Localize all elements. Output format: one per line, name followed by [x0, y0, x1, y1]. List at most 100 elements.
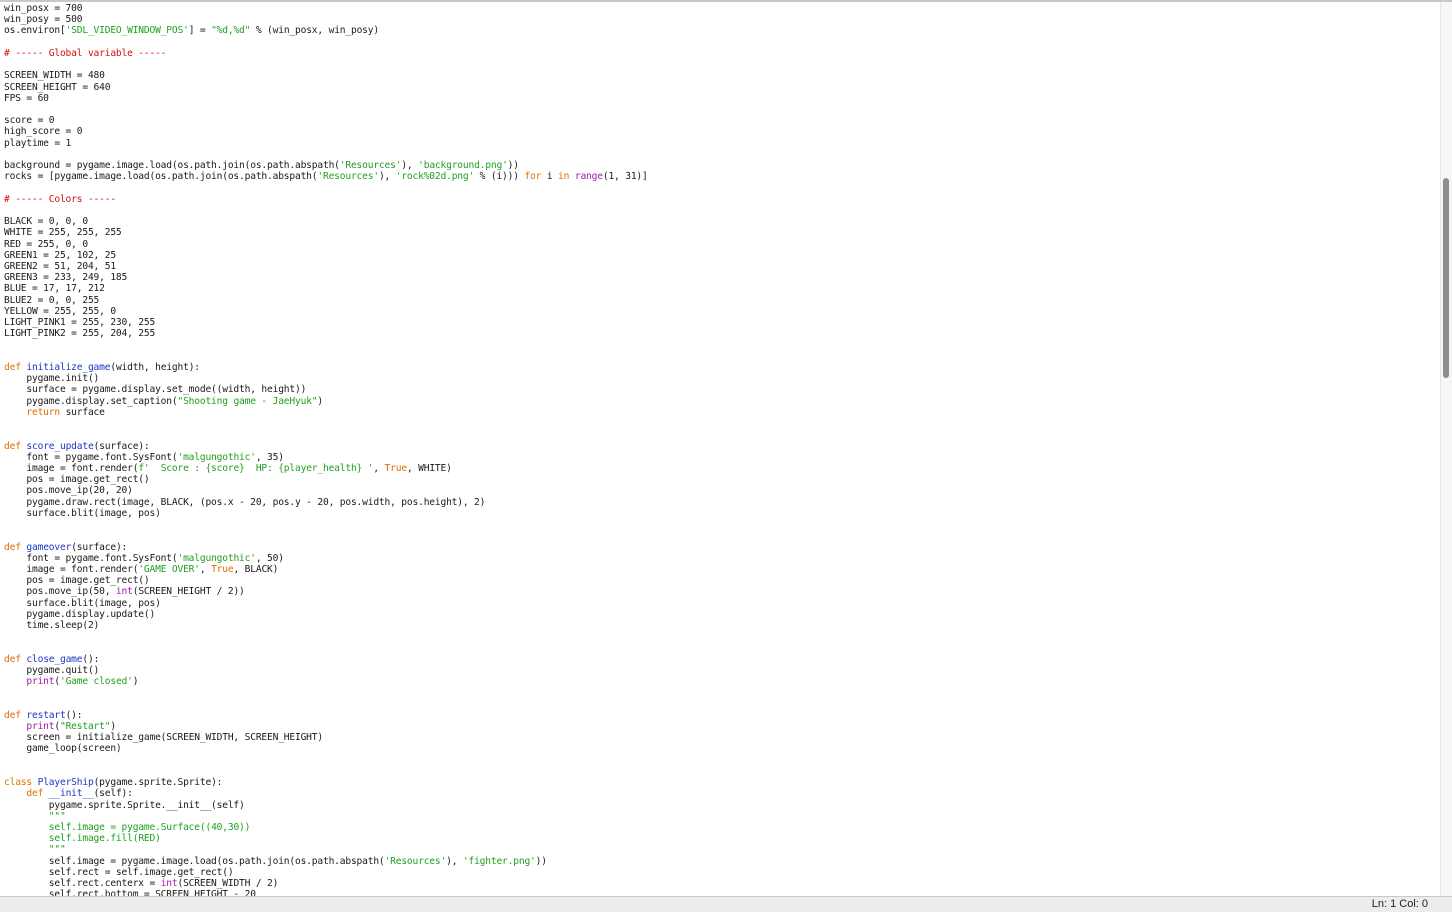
code-token: surface: [59, 406, 105, 418]
code-token: pygame.sprite.Sprite.__init__(self): [4, 799, 245, 811]
code-line: FPS = 60: [4, 93, 648, 104]
code-token: (surface):: [71, 541, 128, 553]
vertical-scrollbar[interactable]: [1440, 2, 1452, 896]
code-token: f' Score : {score} HP: {player_health} ': [138, 462, 374, 474]
code-token: def: [4, 362, 21, 373]
code-token: self.rect.centerx =: [4, 878, 161, 890]
code-token: (surface):: [93, 440, 150, 452]
code-token: ): [132, 676, 139, 688]
code-line: BLACK = 0, 0, 0: [4, 216, 648, 227]
code-token: 'Resources': [317, 171, 379, 183]
code-token: score_update: [26, 440, 94, 452]
code-editor[interactable]: win_posx = 700 win_posy = 500 os.environ['…: [0, 2, 1440, 896]
code-token: ),: [401, 160, 419, 172]
code-token: 'GAME OVER': [138, 563, 200, 575]
code-token: , 50): [255, 552, 284, 564]
code-token: # ----- Colors -----: [4, 193, 116, 205]
code-token: print: [26, 676, 55, 688]
code-line: playtime = 1: [4, 138, 648, 149]
code-line: pygame.quit(): [4, 665, 648, 676]
code-token: self.rect = self.image.get_rect(): [4, 866, 234, 878]
code-line: pygame.draw.rect(image, BLACK, (pos.x - …: [4, 497, 648, 508]
code-token: pygame.draw.rect(image, BLACK, (pos.x - …: [4, 496, 486, 508]
code-token: high_score = 0: [4, 126, 83, 138]
code-token: pygame.display.update(): [4, 608, 156, 620]
code-line: os.environ['SDL_VIDEO_WINDOW_POS'] = "%d…: [4, 25, 648, 36]
code-token: 'background.png': [418, 160, 508, 172]
code-token: PlayerShip: [37, 777, 94, 789]
code-token: initialize_game: [26, 362, 111, 373]
code-line: pos.move_ip(50, int(SCREEN_HEIGHT / 2)): [4, 586, 648, 597]
code-line: pygame.display.update(): [4, 609, 648, 620]
code-token: i: [541, 171, 559, 183]
code-token: GREEN1 = 25, 102, 25: [4, 249, 116, 261]
code-token: pos.move_ip(50,: [4, 586, 116, 598]
code-line: win_posx = 700: [4, 3, 648, 14]
code-line: GREEN3 = 233, 249, 185: [4, 272, 648, 283]
code-line: pos = image.get_rect(): [4, 474, 648, 485]
code-token: % (i))): [474, 171, 525, 183]
code-line: image = font.render(f' Score : {score} H…: [4, 463, 648, 474]
code-token: """: [48, 844, 66, 856]
code-token: game_loop(screen): [4, 743, 122, 755]
code-token: True: [211, 563, 234, 575]
code-line: BLUE = 17, 17, 212: [4, 283, 648, 294]
code-line: def restart():: [4, 710, 648, 721]
code-token: image = font.render(: [4, 462, 139, 474]
code-line: pygame.sprite.Sprite.__init__(self): [4, 800, 648, 811]
code-token: pos = image.get_rect(): [4, 575, 150, 587]
code-token: GREEN3 = 233, 249, 185: [4, 272, 128, 284]
code-line: time.sleep(2): [4, 620, 648, 631]
code-token: background = pygame.image.load(os.path.j…: [4, 160, 340, 172]
code-token: YELLOW = 255, 255, 0: [4, 305, 116, 317]
code-line: def initialize_game(width, height):: [4, 362, 648, 373]
code-token: __init__: [48, 788, 94, 800]
code-line: self.rect = self.image.get_rect(): [4, 867, 648, 878]
code-token: 'fighter.png': [462, 855, 536, 867]
code-token: True: [384, 462, 408, 474]
code-line: image = font.render('GAME OVER', True, B…: [4, 564, 648, 575]
code-token: int: [115, 586, 133, 598]
code-token: def: [4, 653, 21, 665]
code-token: "Restart": [59, 721, 111, 732]
code-token: playtime = 1: [4, 137, 72, 149]
code-line: self.image = pygame.Surface((40,30)): [4, 822, 648, 833]
code-line: background = pygame.image.load(os.path.j…: [4, 160, 648, 171]
code-token: rocks = [pygame.image.load(os.path.join(…: [4, 171, 318, 183]
code-line: SCREEN_WIDTH = 480: [4, 70, 648, 81]
code-token: 'SDL_VIDEO_WINDOW_POS': [65, 25, 189, 37]
scrollbar-thumb[interactable]: [1443, 178, 1449, 378]
code-token: restart: [26, 709, 66, 721]
code-token: ,: [373, 462, 385, 474]
code-line: score = 0: [4, 115, 648, 126]
code-token: pos = image.get_rect(): [4, 474, 150, 486]
code-token: LIGHT_PINK2 = 255, 204, 255: [4, 328, 156, 340]
code-token: def: [4, 541, 21, 553]
code-token: pos.move_ip(20, 20): [4, 485, 133, 497]
code-line: # ----- Colors -----: [4, 194, 648, 205]
code-text-area[interactable]: win_posx = 700 win_posy = 500 os.environ['…: [4, 3, 648, 896]
code-token: os.environ[: [4, 25, 66, 37]
code-token: ,: [199, 563, 212, 575]
code-token: self.image = pygame.image.load(os.path.j…: [4, 855, 385, 867]
code-token: % (win_posx, win_posy): [250, 25, 379, 37]
code-token: font = pygame.font.SysFont(: [4, 552, 178, 564]
code-token: 'Resources': [384, 855, 447, 867]
code-token: , 35): [255, 451, 284, 463]
code-token: RED = 255, 0, 0: [4, 238, 88, 250]
code-token: self.rect.bottom = SCREEN_HEIGHT - 20: [4, 889, 256, 896]
code-token: LIGHT_PINK1 = 255, 230, 255: [4, 317, 156, 329]
